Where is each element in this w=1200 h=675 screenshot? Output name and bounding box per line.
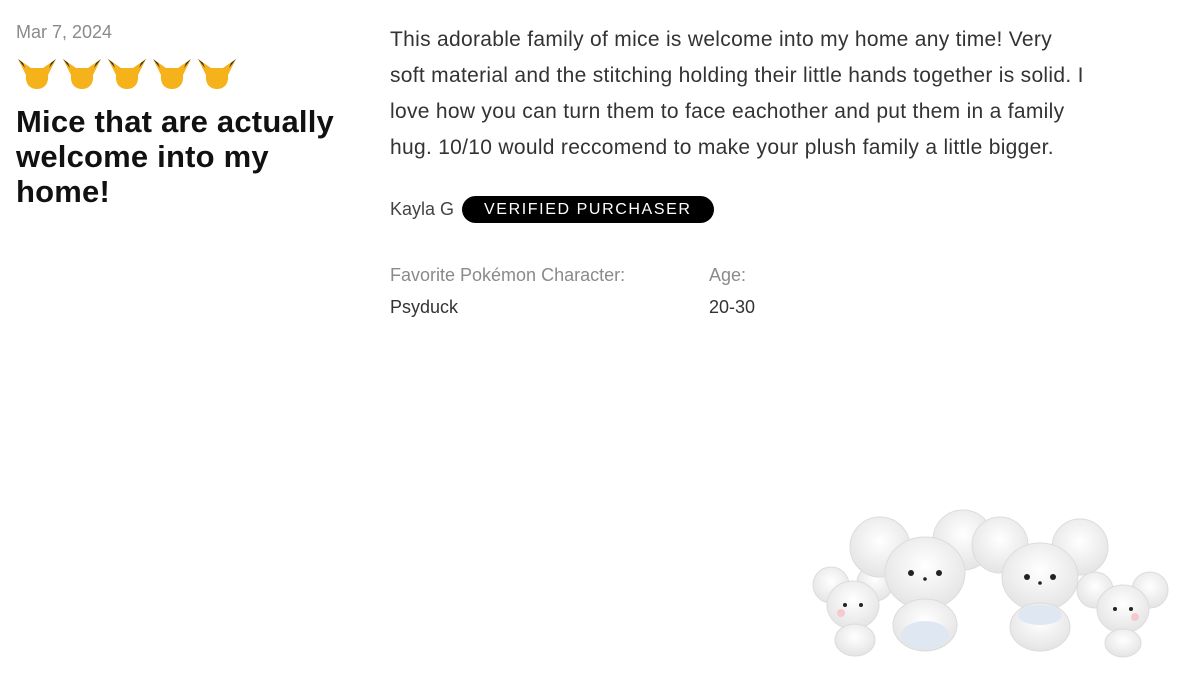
- attribute-age: Age: 20-30: [709, 263, 755, 319]
- review-summary: Mar 7, 2024 Mice that are actually welco…: [16, 20, 346, 209]
- pikachu-head-icon: [18, 59, 56, 89]
- attribute-value: Psyduck: [390, 297, 459, 317]
- reviewer-info: Kayla G VERIFIED PURCHASER: [390, 196, 1090, 223]
- review-body: This adorable family of mice is welcome …: [390, 28, 1084, 159]
- review-title: Mice that are actually welcome into my h…: [16, 104, 334, 209]
- review-card: Mar 7, 2024 Mice that are actually welco…: [0, 0, 1200, 675]
- pikachu-head-icon: [63, 59, 101, 89]
- attribute-label: Favorite Pokémon Character:: [390, 265, 626, 285]
- pikachu-head-icon: [108, 59, 146, 89]
- pikachu-head-icon: [198, 59, 236, 89]
- attribute-value: 20-30: [709, 297, 756, 317]
- mouse-plush-family-image[interactable]: [805, 505, 1175, 660]
- reviewer-name: Kayla G: [390, 199, 455, 219]
- review-content: This adorable family of mice is welcome …: [390, 22, 1090, 319]
- review-date: Mar 7, 2024: [16, 22, 113, 42]
- pikachu-head-icon: [153, 59, 191, 89]
- star-rating: [16, 56, 346, 92]
- verified-purchaser-badge: VERIFIED PURCHASER: [462, 196, 714, 223]
- attribute-label: Age:: [709, 265, 747, 285]
- reviewer-attributes: Favorite Pokémon Character: Psyduck Age:…: [390, 263, 1090, 319]
- attribute-favorite-character: Favorite Pokémon Character: Psyduck: [390, 263, 709, 319]
